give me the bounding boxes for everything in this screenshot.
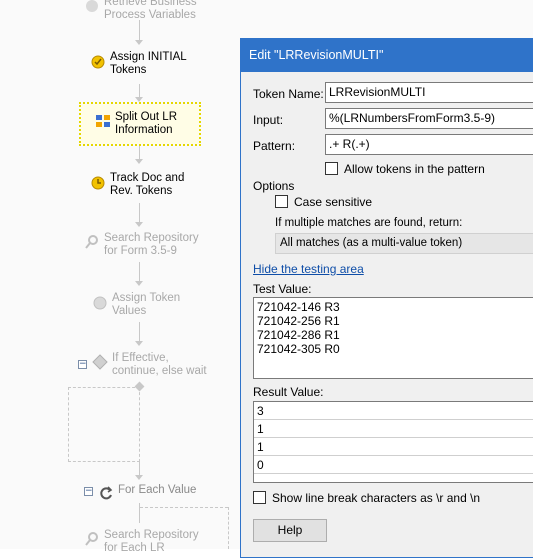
node-assign-token-values[interactable]: Assign Token Values bbox=[92, 292, 180, 318]
pattern-label: Pattern: bbox=[253, 139, 296, 153]
connector-arrow bbox=[135, 281, 143, 286]
collapse-toggle[interactable]: − bbox=[78, 360, 87, 369]
search-icon bbox=[85, 235, 98, 249]
collapse-toggle[interactable]: − bbox=[84, 487, 93, 496]
hide-testing-area-link[interactable]: Hide the testing area bbox=[253, 262, 364, 276]
node-assign-initial-tokens[interactable]: Assign INITIAL Tokens bbox=[90, 51, 187, 77]
connector bbox=[139, 146, 140, 160]
test-value-textarea[interactable]: 721042-146 R3 721042-256 R1 721042-286 R… bbox=[253, 297, 533, 379]
node-label: For Each Value bbox=[118, 484, 197, 496]
node-label: Search Repository for Form 3.5-9 bbox=[104, 232, 199, 257]
allow-tokens-checkbox[interactable] bbox=[325, 162, 338, 175]
dialog-title: Edit "LRRevisionMULTI" bbox=[241, 39, 533, 72]
connector bbox=[139, 262, 140, 282]
result-value-label: Result Value: bbox=[253, 385, 324, 399]
show-line-breaks-checkbox[interactable] bbox=[253, 491, 266, 504]
retrieve-variables-icon bbox=[86, 0, 98, 12]
connector bbox=[139, 503, 140, 523]
connector bbox=[139, 462, 140, 476]
node-label: If Effective, continue, else wait bbox=[112, 352, 207, 377]
case-sensitive-label: Case sensitive bbox=[294, 195, 373, 209]
test-value-line: 721042-146 R3 bbox=[257, 300, 340, 314]
allow-tokens-label: Allow tokens in the pattern bbox=[344, 162, 485, 176]
connector bbox=[139, 322, 140, 342]
connector-arrow bbox=[135, 341, 143, 346]
case-sensitive-checkbox[interactable] bbox=[275, 195, 288, 208]
token-name-label: Token Name: bbox=[253, 87, 324, 101]
multiple-matches-label: If multiple matches are found, return: bbox=[275, 217, 463, 229]
help-button[interactable]: Help bbox=[253, 519, 327, 542]
connector-arrow bbox=[135, 40, 143, 45]
connector-arrow bbox=[135, 159, 143, 164]
node-label: Assign Token Values bbox=[112, 292, 181, 317]
track-tokens-icon bbox=[91, 176, 105, 190]
result-value-list[interactable]: 3 1 1 0 bbox=[253, 401, 533, 483]
input-label: Input: bbox=[253, 113, 284, 127]
loop-icon bbox=[100, 486, 113, 500]
assign-token-icon bbox=[91, 55, 105, 69]
node-label: Split Out LR Information bbox=[115, 111, 177, 136]
node-if-effective[interactable]: If Effective, continue, else wait bbox=[92, 352, 207, 378]
test-value-line: 721042-256 R1 bbox=[257, 314, 340, 328]
connector bbox=[139, 84, 140, 98]
connector-arrow bbox=[135, 475, 143, 480]
result-value-item: 0 bbox=[254, 456, 533, 474]
branch-container bbox=[68, 387, 140, 462]
node-track-doc-rev-tokens[interactable]: Track Doc and Rev. Tokens bbox=[90, 172, 184, 198]
result-value-item: 3 bbox=[254, 402, 533, 420]
node-retrieve-variables[interactable]: Retrieve Business Process Variables bbox=[84, 0, 197, 22]
result-value-item: 1 bbox=[254, 420, 533, 438]
test-value-line: 721042-286 R1 bbox=[257, 328, 340, 342]
options-label: Options bbox=[253, 179, 295, 193]
node-search-repository-each-lr[interactable]: Search Repository for Each LR bbox=[84, 529, 199, 555]
node-label: Assign INITIAL Tokens bbox=[110, 51, 187, 76]
split-tokens-icon bbox=[96, 115, 110, 127]
multiple-matches-select[interactable]: All matches (as a multi-value token) bbox=[275, 233, 533, 254]
loop-connector bbox=[228, 507, 229, 549]
token-name-field[interactable]: LRRevisionMULTI bbox=[325, 82, 533, 103]
node-for-each-value[interactable]: For Each Value bbox=[98, 484, 196, 502]
connector-arrow bbox=[135, 222, 143, 227]
connector bbox=[139, 203, 140, 223]
conditional-icon bbox=[92, 354, 108, 370]
show-line-breaks-label: Show line break characters as \r and \n bbox=[272, 491, 481, 505]
input-field[interactable]: %(LRNumbersFromForm3.5-9) bbox=[325, 108, 533, 129]
test-value-label: Test Value: bbox=[253, 282, 312, 296]
node-search-repository-form[interactable]: Search Repository for Form 3.5-9 bbox=[84, 232, 199, 258]
assign-token-icon bbox=[93, 296, 107, 310]
edit-token-dialog: Edit "LRRevisionMULTI" Token Name: LRRev… bbox=[240, 38, 533, 558]
node-label: Search Repository for Each LR bbox=[104, 529, 199, 554]
node-label: Track Doc and Rev. Tokens bbox=[110, 172, 185, 197]
pattern-field[interactable]: .+ R(.+) bbox=[325, 134, 533, 155]
node-split-out-lr-information[interactable]: Split Out LR Information bbox=[79, 102, 201, 146]
connector-arrow bbox=[135, 97, 143, 102]
node-label: Retrieve Business Process Variables bbox=[104, 0, 197, 21]
result-value-item: 1 bbox=[254, 438, 533, 456]
search-icon bbox=[85, 532, 98, 546]
loop-connector bbox=[140, 507, 228, 508]
connector bbox=[139, 20, 140, 40]
test-value-line: 721042-305 R0 bbox=[257, 342, 340, 356]
